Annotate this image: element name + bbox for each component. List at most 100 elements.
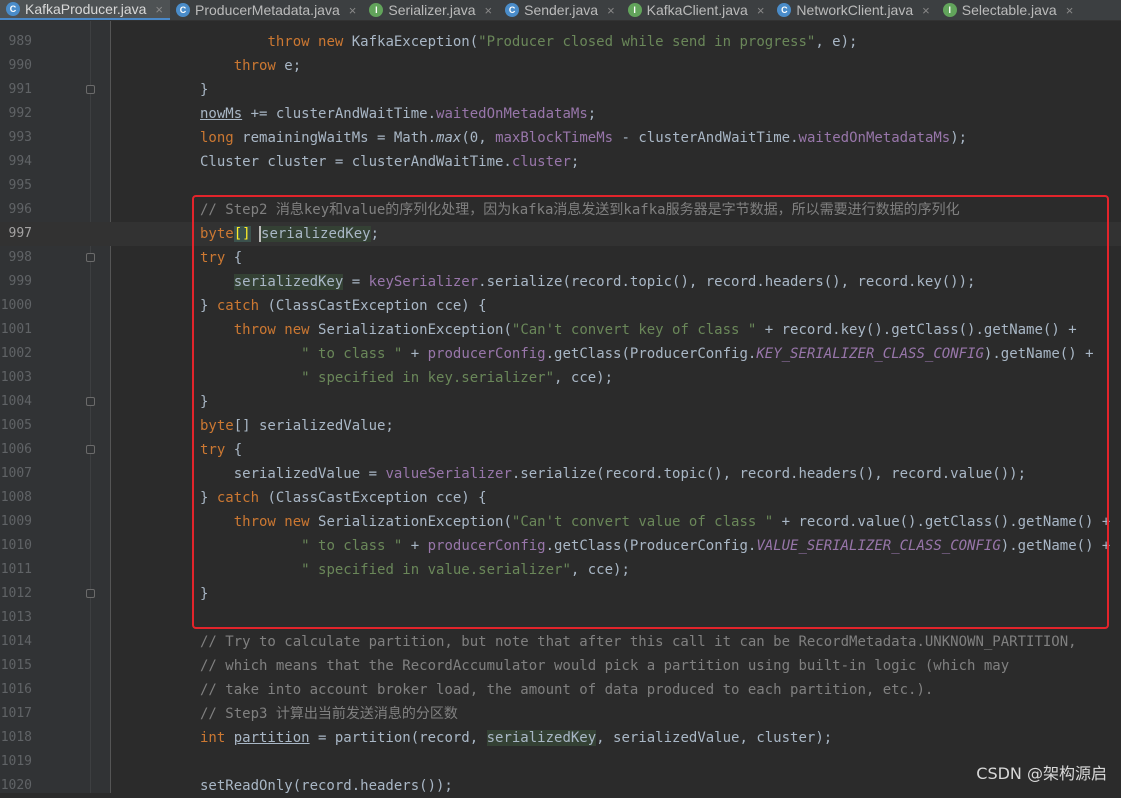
tab-producermetadata[interactable]: C ProducerMetadata.java × xyxy=(170,0,363,20)
code-line[interactable]: 992 nowMs += clusterAndWaitTime.waitedOnM… xyxy=(0,102,1121,126)
code-token: serializedValue = xyxy=(200,466,386,482)
code-token: + xyxy=(402,538,428,554)
code-token: waitedOnMetadataMs xyxy=(436,106,588,122)
code-text: try { xyxy=(200,246,242,270)
line-number: 1017 xyxy=(0,706,32,721)
line-number: 1004 xyxy=(0,394,32,409)
code-text: setReadOnly(record.headers()); xyxy=(200,774,453,798)
interface-icon: I xyxy=(942,3,957,17)
code-token: " specified in value.serializer" xyxy=(301,562,571,578)
code-token: producerConfig xyxy=(427,346,546,362)
fold-marker-icon[interactable] xyxy=(86,397,95,406)
code-line[interactable]: 1014 // Try to calculate partition, but n… xyxy=(0,630,1121,654)
code-line[interactable]: 1007 serializedValue = valueSerializer.s… xyxy=(0,462,1121,486)
line-number: 997 xyxy=(8,226,32,241)
code-token: , xyxy=(478,130,496,146)
code-token: serializedKey xyxy=(261,226,371,242)
code-line[interactable]: 999 serializedKey = keySerializer.serial… xyxy=(0,270,1121,294)
code-token: ; xyxy=(570,154,580,170)
close-icon[interactable]: × xyxy=(922,3,930,18)
tab-networkclient[interactable]: C NetworkClient.java × xyxy=(771,0,936,20)
tab-label: Serializer.java xyxy=(388,2,476,18)
code-token: producerConfig xyxy=(427,538,546,554)
code-line[interactable]: 994 Cluster cluster = clusterAndWaitTime.… xyxy=(0,150,1121,174)
tab-kafkaclient[interactable]: I KafkaClient.java × xyxy=(622,0,772,20)
line-number: 995 xyxy=(8,178,32,193)
code-line[interactable]: 1010 " to class " + producerConfig.getCl… xyxy=(0,534,1121,558)
code-line[interactable]: 997 byte[] serializedKey; xyxy=(0,222,1121,246)
code-token: , cce); xyxy=(570,562,630,578)
close-icon[interactable]: × xyxy=(757,3,765,18)
code-line[interactable]: 993 long remainingWaitMs = Math.max(0, ma… xyxy=(0,126,1121,150)
code-token: waitedOnMetadataMs xyxy=(798,130,951,146)
code-token: } xyxy=(200,82,209,98)
code-line[interactable]: 1019 xyxy=(0,750,1121,774)
code-line[interactable]: 991} xyxy=(0,78,1121,102)
code-line[interactable]: 1004} xyxy=(0,390,1121,414)
code-token: - clusterAndWaitTime. xyxy=(613,130,799,146)
fold-marker-icon[interactable] xyxy=(86,253,95,262)
code-line[interactable]: 989 throw new KafkaException("Producer c… xyxy=(0,30,1121,54)
line-number: 990 xyxy=(8,58,32,73)
close-icon[interactable]: × xyxy=(155,2,163,17)
code-text: Cluster cluster = clusterAndWaitTime.clu… xyxy=(200,150,579,174)
close-icon[interactable]: × xyxy=(1066,3,1074,18)
code-text: throw new SerializationException("Can't … xyxy=(200,318,1077,342)
class-icon: C xyxy=(505,3,520,17)
code-line[interactable]: 1009 throw new SerializationException("C… xyxy=(0,510,1121,534)
code-token: ( xyxy=(461,130,470,146)
code-token: VALUE_SERIALIZER_CLASS_CONFIG xyxy=(756,538,1001,554)
class-icon: C xyxy=(6,2,20,16)
code-token: + record.value().getClass().getName() + xyxy=(773,514,1111,530)
tab-kafkaproducer[interactable]: C KafkaProducer.java × xyxy=(0,0,170,20)
tab-serializer[interactable]: I Serializer.java × xyxy=(363,0,499,20)
code-line[interactable]: 1018 int partition = partition(record, se… xyxy=(0,726,1121,750)
close-icon[interactable]: × xyxy=(349,3,357,18)
code-line[interactable]: 996 // Step2 消息key和value的序列化处理，因为kafka消息发… xyxy=(0,198,1121,222)
code-text: byte[] serializedValue; xyxy=(200,414,394,438)
code-line[interactable]: 1002 " to class " + producerConfig.getCl… xyxy=(0,342,1121,366)
close-icon[interactable]: × xyxy=(485,3,493,18)
code-line[interactable]: 1013 xyxy=(0,606,1121,630)
tab-selectable[interactable]: I Selectable.java × xyxy=(937,0,1081,20)
tab-label: NetworkClient.java xyxy=(796,2,914,18)
line-number: 1002 xyxy=(0,346,32,361)
code-editor[interactable]: 989 throw new KafkaException("Producer c… xyxy=(0,21,1121,794)
code-line[interactable]: 1003 " specified in key.serializer", cce… xyxy=(0,366,1121,390)
close-icon[interactable]: × xyxy=(607,3,615,18)
fold-marker-icon[interactable] xyxy=(86,85,95,94)
code-line[interactable]: 1012} xyxy=(0,582,1121,606)
code-line[interactable]: 1016 // take into account broker load, th… xyxy=(0,678,1121,702)
code-token: .serialize(record.topic(), record.header… xyxy=(511,466,1027,482)
code-line[interactable]: 1011 " specified in value.serializer", c… xyxy=(0,558,1121,582)
code-token: = partition(record, xyxy=(309,730,487,746)
code-line[interactable]: 1000} catch (ClassCastException cce) { xyxy=(0,294,1121,318)
line-number: 1020 xyxy=(0,778,32,793)
code-token: ).getName() + xyxy=(1000,538,1111,554)
code-token: = xyxy=(343,274,369,290)
code-line[interactable]: 990 throw e; xyxy=(0,54,1121,78)
code-line[interactable]: 1001 throw new SerializationException("C… xyxy=(0,318,1121,342)
code-token: keySerializer xyxy=(368,274,479,290)
code-line[interactable]: 1008} catch (ClassCastException cce) { xyxy=(0,486,1121,510)
code-line[interactable]: 1005 byte[] serializedValue; xyxy=(0,414,1121,438)
code-line[interactable]: 1015 // which means that the RecordAccumu… xyxy=(0,654,1121,678)
code-token: ; xyxy=(370,226,380,242)
code-line[interactable]: 998 try { xyxy=(0,246,1121,270)
fold-marker-icon[interactable] xyxy=(86,445,95,454)
line-number: 994 xyxy=(8,154,32,169)
code-line[interactable]: 1006 try { xyxy=(0,438,1121,462)
code-token: "Producer closed while send in progress" xyxy=(478,34,816,50)
code-line[interactable]: 995 xyxy=(0,174,1121,198)
code-text: } catch (ClassCastException cce) { xyxy=(200,486,487,510)
line-number: 993 xyxy=(8,130,32,145)
fold-marker-icon[interactable] xyxy=(86,589,95,598)
code-line[interactable]: 1020 setReadOnly(record.headers()); xyxy=(0,774,1121,798)
code-line[interactable]: 1017 // Step3 计算出当前发送消息的分区数 xyxy=(0,702,1121,726)
line-number: 1011 xyxy=(0,562,32,577)
interface-icon: I xyxy=(369,3,384,17)
tab-sender[interactable]: C Sender.java × xyxy=(499,0,622,20)
